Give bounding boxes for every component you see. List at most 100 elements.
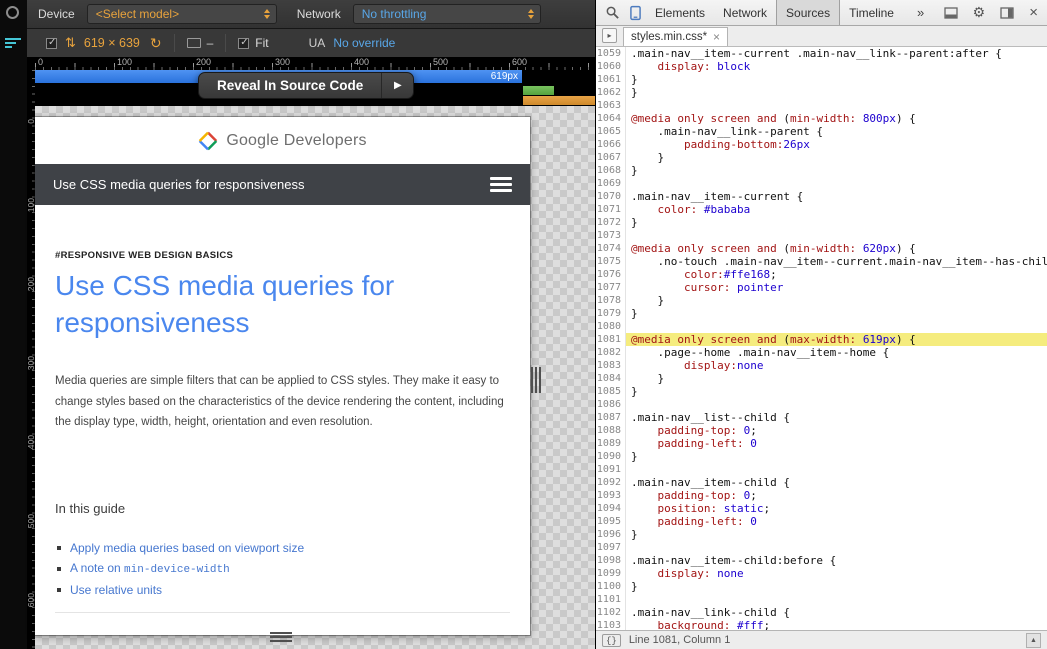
line-number[interactable]: 1063 (596, 99, 626, 112)
line-number[interactable]: 1072 (596, 216, 626, 229)
media-bar-min-width[interactable] (523, 96, 595, 105)
line-number[interactable]: 1074 (596, 242, 626, 255)
code-line[interactable]: 1074@media only screen and (min-width: 6… (596, 242, 1047, 255)
guide-link[interactable]: Apply media queries based on viewport si… (55, 537, 510, 558)
code-line[interactable]: 1062} (596, 86, 1047, 99)
line-number[interactable]: 1094 (596, 502, 626, 515)
guide-link-text[interactable]: Use relative units (70, 583, 162, 597)
device-mode-icon[interactable] (630, 5, 641, 21)
code-text[interactable]: padding-bottom:26px (626, 138, 1047, 151)
code-text[interactable]: color: #bababa (626, 203, 1047, 216)
guide-link-text[interactable]: Apply media queries based on viewport si… (70, 541, 304, 555)
line-number[interactable]: 1067 (596, 151, 626, 164)
code-text[interactable]: } (626, 86, 1047, 99)
code-line[interactable]: 1088 padding-top: 0; (596, 424, 1047, 437)
code-text[interactable]: } (626, 307, 1047, 320)
code-line[interactable]: 1103 background: #fff; (596, 619, 1047, 630)
height-resize-handle[interactable] (270, 632, 292, 642)
line-number[interactable]: 1097 (596, 541, 626, 554)
line-number[interactable]: 1093 (596, 489, 626, 502)
reveal-tooltip[interactable]: Reveal In Source Code ▶ (198, 72, 414, 99)
code-line[interactable]: 1066 padding-bottom:26px (596, 138, 1047, 151)
line-number[interactable]: 1075 (596, 255, 626, 268)
code-line[interactable]: 1072} (596, 216, 1047, 229)
code-text[interactable]: } (626, 216, 1047, 229)
code-text[interactable]: padding-top: 0; (626, 489, 1047, 502)
code-text[interactable]: position: static; (626, 502, 1047, 515)
line-number[interactable]: 1089 (596, 437, 626, 450)
pretty-print-icon[interactable]: {} (602, 634, 621, 647)
dpr-value[interactable]: – (207, 36, 214, 50)
code-line[interactable]: 1094 position: static; (596, 502, 1047, 515)
guide-link[interactable]: A note on min-device-width (55, 558, 510, 579)
line-number[interactable]: 1060 (596, 60, 626, 73)
line-number[interactable]: 1103 (596, 619, 626, 630)
code-line[interactable]: 1060 display: block (596, 60, 1047, 73)
code-text[interactable]: color:#ffe168; (626, 268, 1047, 281)
code-line[interactable]: 1092.main-nav__item--child { (596, 476, 1047, 489)
code-text[interactable]: padding-left: 0 (626, 515, 1047, 528)
code-text[interactable] (626, 541, 1047, 554)
code-text[interactable] (626, 320, 1047, 333)
code-text[interactable]: .main-nav__item--current { (626, 190, 1047, 203)
code-text[interactable]: .main-nav__link--child { (626, 606, 1047, 619)
code-text[interactable]: cursor: pointer (626, 281, 1047, 294)
code-line[interactable]: 1093 padding-top: 0; (596, 489, 1047, 502)
line-number[interactable]: 1062 (596, 86, 626, 99)
line-number[interactable]: 1082 (596, 346, 626, 359)
code-text[interactable]: .no-touch .main-nav__item--current.main-… (626, 255, 1047, 268)
code-line[interactable]: 1099 display: none (596, 567, 1047, 580)
code-line[interactable]: 1059.main-nav__item--current .main-nav__… (596, 47, 1047, 60)
line-number[interactable]: 1070 (596, 190, 626, 203)
line-number[interactable]: 1066 (596, 138, 626, 151)
code-line[interactable]: 1076 color:#ffe168; (596, 268, 1047, 281)
code-line[interactable]: 1075 .no-touch .main-nav__item--current.… (596, 255, 1047, 268)
settings-gear-icon[interactable]: ⚙ (973, 4, 986, 21)
site-brand[interactable]: Google Developers (226, 132, 366, 150)
code-text[interactable]: } (626, 528, 1047, 541)
file-tab[interactable]: styles.min.css* × (623, 27, 728, 46)
hamburger-menu-icon[interactable] (490, 174, 512, 195)
line-number[interactable]: 1069 (596, 177, 626, 190)
code-text[interactable]: } (626, 73, 1047, 86)
code-line[interactable]: 1068} (596, 164, 1047, 177)
tab-sources[interactable]: Sources (776, 0, 840, 25)
code-line[interactable]: 1069 (596, 177, 1047, 190)
line-number[interactable]: 1099 (596, 567, 626, 580)
line-number[interactable]: 1085 (596, 385, 626, 398)
code-text[interactable]: @media only screen and (max-width: 619px… (626, 333, 1047, 346)
code-text[interactable]: @media only screen and (min-width: 800px… (626, 112, 1047, 125)
code-line[interactable]: 1086 (596, 398, 1047, 411)
width-resize-handle[interactable] (531, 367, 541, 393)
dimensions-value[interactable]: 619 × 639 (84, 36, 140, 50)
code-text[interactable]: padding-top: 0; (626, 424, 1047, 437)
code-line[interactable]: 1091 (596, 463, 1047, 476)
code-line[interactable]: 1085} (596, 385, 1047, 398)
refresh-icon[interactable]: ↻ (150, 35, 162, 52)
line-number[interactable]: 1065 (596, 125, 626, 138)
code-text[interactable]: .main-nav__item--child { (626, 476, 1047, 489)
code-text[interactable]: padding-left: 0 (626, 437, 1047, 450)
code-line[interactable]: 1067 } (596, 151, 1047, 164)
code-line[interactable]: 1077 cursor: pointer (596, 281, 1047, 294)
navigator-toggle-icon[interactable]: ▸ (602, 28, 617, 43)
code-text[interactable] (626, 463, 1047, 476)
overflow-tabs-icon[interactable]: » (917, 5, 924, 20)
code-line[interactable]: 1070.main-nav__item--current { (596, 190, 1047, 203)
code-line[interactable]: 1073 (596, 229, 1047, 242)
line-number[interactable]: 1092 (596, 476, 626, 489)
media-bar-range[interactable] (523, 86, 554, 95)
line-number[interactable]: 1073 (596, 229, 626, 242)
code-text[interactable] (626, 229, 1047, 242)
line-number[interactable]: 1100 (596, 580, 626, 593)
line-number[interactable]: 1090 (596, 450, 626, 463)
line-number[interactable]: 1081 (596, 333, 626, 346)
file-tab-close-icon[interactable]: × (713, 30, 720, 44)
code-text[interactable] (626, 177, 1047, 190)
code-text[interactable]: .main-nav__list--child { (626, 411, 1047, 424)
code-text[interactable]: } (626, 372, 1047, 385)
dock-side-icon[interactable] (1000, 7, 1014, 19)
console-drawer-icon[interactable] (944, 7, 958, 19)
line-number[interactable]: 1077 (596, 281, 626, 294)
code-line[interactable]: 1063 (596, 99, 1047, 112)
